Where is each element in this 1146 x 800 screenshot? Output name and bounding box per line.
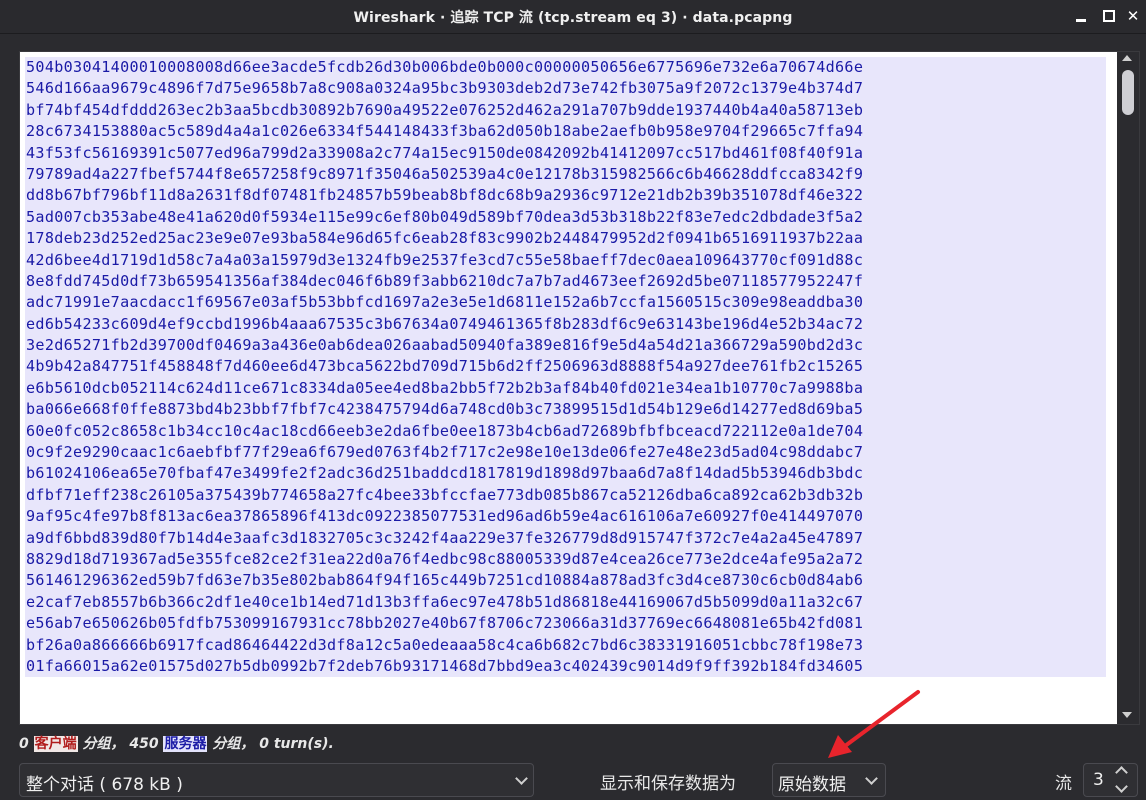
stream-hex-line: e56ab7e650626b05fdfb753099167931cc78bb20… bbox=[25, 613, 1106, 635]
server-packet-count: 450 bbox=[129, 736, 159, 752]
stream-hex-line: dd8b67bf796bf11d8a2631f8df07481fb24857b5… bbox=[25, 185, 1106, 207]
stream-label: 流 bbox=[1055, 774, 1072, 794]
stream-hex-line: 4b9b42a847751f458848f7d460ee6d473bca5622… bbox=[25, 356, 1106, 378]
scroll-down-arrow-icon[interactable] bbox=[1122, 712, 1132, 718]
stream-hex-line: ed6b54233c609d4ef9ccbd1996b4aaa67535c3b6… bbox=[25, 313, 1106, 336]
stream-number-spinbox[interactable]: 3 bbox=[1083, 763, 1138, 797]
maximize-button[interactable] bbox=[1100, 7, 1118, 25]
stream-content[interactable]: 504b03041400010008008d66ee3acde5fcdb26d3… bbox=[25, 57, 1106, 724]
spin-up-icon[interactable] bbox=[1115, 766, 1128, 779]
chevron-down-icon bbox=[515, 772, 528, 785]
maximize-icon bbox=[1103, 10, 1115, 22]
stream-hex-line: 79789ad4a227fbef5744f8e657258f9c8971f350… bbox=[25, 163, 1106, 186]
stream-hex-line: 561461296362ed59b7fd63e7b35e802bab864f94… bbox=[25, 570, 1106, 592]
stream-hex-line: 28c6734153880ac5c589d4a4a1c026e6334f5441… bbox=[25, 121, 1106, 143]
stream-text-view[interactable]: 504b03041400010008008d66ee3acde5fcdb26d3… bbox=[19, 51, 1140, 725]
stream-hex-line: bf26a0a866666b6917fcad86464422d3df8a12c5… bbox=[25, 634, 1106, 656]
stream-hex-line: 504b03041400010008008d66ee3acde5fcdb26d3… bbox=[25, 57, 1106, 79]
client-packet-count: 0 bbox=[19, 736, 29, 752]
stream-hex-line: e2caf7eb8557b6b366c2df1e40ce1b14ed71d13b… bbox=[25, 591, 1106, 614]
stream-hex-line: 8829d18d719367ad5e355fce82ce2f31ea22d0a7… bbox=[25, 548, 1106, 571]
client-label: 客户端 bbox=[33, 736, 78, 752]
format-select-value: 原始数据 bbox=[778, 775, 846, 795]
stream-hex-line: 42d6bee4d1719d1d58c7a4a03a15979d3e1324fb… bbox=[25, 249, 1106, 271]
stream-hex-line: 9af95c4fe97b8f813ac6ea37865896f413dc0922… bbox=[25, 506, 1106, 528]
title-bar: Wireshark · 追踪 TCP 流 (tcp.stream eq 3) ·… bbox=[0, 0, 1146, 34]
format-select[interactable]: 原始数据 bbox=[772, 763, 886, 797]
close-button[interactable]: ✕ bbox=[1124, 7, 1142, 25]
stream-hex-line: 60e0fc052c8658c1b34cc10c4ac18cd66eeb3e2d… bbox=[25, 420, 1106, 443]
spin-down-icon[interactable] bbox=[1115, 780, 1128, 793]
stream-hex-line: 546d166aa9679c4896f7d75e9658b7a8c908a032… bbox=[25, 78, 1106, 100]
window-title: Wireshark · 追踪 TCP 流 (tcp.stream eq 3) ·… bbox=[353, 10, 793, 26]
minimize-icon bbox=[1076, 19, 1086, 22]
stream-hex-line: 01fa66015a62e01575d027b5db0992b7f2deb76b… bbox=[25, 655, 1106, 678]
conversation-select-value: 整个对话 ( 678 kB ) bbox=[26, 775, 183, 795]
stream-hex-line: 5ad007cb353abe48e41a620d0f5934e115e99c6e… bbox=[25, 206, 1106, 229]
conversation-select[interactable]: 整个对话 ( 678 kB ) bbox=[19, 763, 534, 797]
stream-hex-line: b61024106ea65e70fbaf47e3499fe2f2adc36d25… bbox=[25, 463, 1106, 485]
scrollbar-thumb[interactable] bbox=[1122, 70, 1134, 115]
scroll-up-arrow-icon[interactable] bbox=[1122, 55, 1132, 61]
stream-hex-line: 178deb23d252ed25ac23e9e07e93ba584e96d65f… bbox=[25, 228, 1106, 250]
chevron-down-icon bbox=[865, 772, 878, 785]
minimize-button[interactable] bbox=[1072, 7, 1090, 25]
packets-word-1: 分组， bbox=[82, 736, 125, 752]
stream-hex-line: a9df6bbd839d80f7b14d4e3aafc3d1832705c3c3… bbox=[25, 527, 1106, 549]
stream-hex-line: 8e8fdd745d0df73b659541356af384dec046f6b8… bbox=[25, 270, 1106, 293]
stream-hex-line: adc71991e7aacdacc1f69567e03af5b53bbfcd16… bbox=[25, 292, 1106, 314]
packets-word-2: 分组， bbox=[212, 736, 255, 752]
server-label: 服务器 bbox=[163, 736, 208, 752]
stream-hex-line: dfbf71eff238c26105a375439b774658a27fc4be… bbox=[25, 484, 1106, 507]
turns-count: 0 turn(s). bbox=[259, 736, 334, 752]
show-save-label: 显示和保存数据为 bbox=[600, 774, 736, 794]
stream-hex-line: bf74bf454dfddd263ec2b3aa5bcdb30892b7690a… bbox=[25, 99, 1106, 122]
stream-status: 0 客户端 分组， 450 服务器 分组， 0 turn(s). bbox=[19, 733, 334, 753]
stream-hex-line: 0c9f2e9290caac1c6aebfbf77f29ea6f679ed076… bbox=[25, 442, 1106, 464]
stream-hex-line: 43f53fc56169391c5077ed96a799d2a33908a2c7… bbox=[25, 142, 1106, 164]
stream-hex-line: ba066e668f0ffe8873bd4b23bbf7fbf7c4238475… bbox=[25, 399, 1106, 421]
stream-hex-line: 3e2d65271fb2d39700df0469a3a436e0ab6dea02… bbox=[25, 335, 1106, 357]
stream-hex-line: e6b5610dcb052114c624d11ce671c8334da05ee4… bbox=[25, 377, 1106, 400]
close-icon: ✕ bbox=[1126, 7, 1140, 25]
stream-number-value: 3 bbox=[1093, 770, 1104, 790]
vertical-scrollbar[interactable] bbox=[1117, 52, 1139, 724]
